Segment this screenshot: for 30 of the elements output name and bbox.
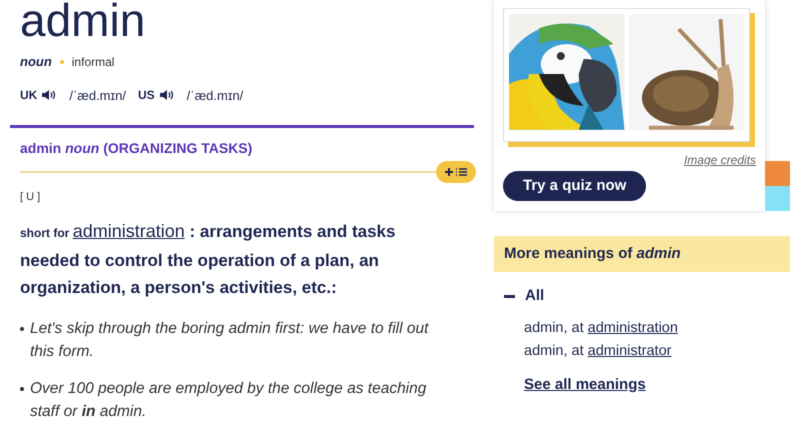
region-label: UK [20, 87, 38, 104]
meaning-link[interactable]: administration [588, 318, 678, 338]
pronunciation: /ˈæd.mɪn/ [186, 86, 244, 104]
quiz-button[interactable]: Try a quiz now [503, 171, 646, 201]
color-tab[interactable] [765, 186, 790, 211]
more-meanings-title: More meanings of admin [504, 244, 681, 264]
bullet-icon [20, 386, 24, 390]
example-sentence: Let's skip through the boring admin first: we have to fill out this form. [30, 318, 430, 362]
bullet-icon [20, 326, 24, 330]
sense-heading: admin noun (ORGANIZING TASKS) [20, 139, 254, 158]
example-sentence: Over 100 people are employed by the college as teaching staff or in admin. [30, 378, 428, 422]
part-of-speech: noun [20, 53, 52, 71]
definition: short for administration : arrangements and tasks needed to control the operation of a plan, an organization, a person's activities, etc.: [20, 220, 396, 299]
meaning-link[interactable]: administrator [588, 340, 672, 362]
definition-link[interactable]: administration [72, 220, 185, 240]
meaning-prefix: admin, at [524, 318, 584, 338]
region-label: US [138, 87, 155, 104]
add-to-list-button[interactable] [436, 161, 476, 183]
speaker-icon[interactable] [158, 88, 175, 102]
speaker-icon[interactable] [41, 88, 58, 102]
meaning-prefix: admin, at [524, 342, 584, 360]
pronunciation: /ˈæd.mɪn/ [69, 86, 126, 104]
register-label: informal [72, 54, 114, 71]
color-tab[interactable] [765, 161, 790, 186]
headword: admin [20, 0, 146, 44]
plus-list-icon [445, 167, 467, 177]
grammar-label: [ U ] [20, 190, 42, 205]
group-toggle[interactable]: All [504, 285, 544, 308]
see-all-meanings-link[interactable]: See all meanings [524, 374, 646, 394]
image-credits-link[interactable]: Image credits [684, 151, 756, 169]
